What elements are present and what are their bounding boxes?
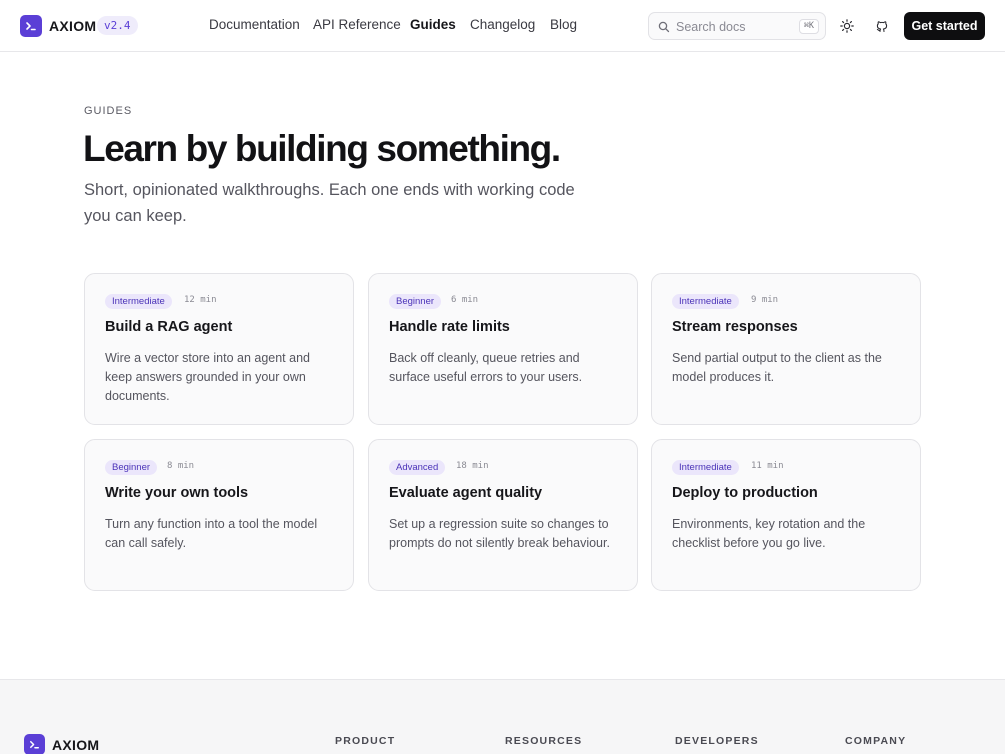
nav-link-guides[interactable]: Guides [410, 17, 456, 33]
get-started-button[interactable]: Get started [904, 12, 985, 40]
guide-title: Write your own tools [105, 485, 249, 501]
guide-title: Build a RAG agent [105, 319, 233, 335]
difficulty-badge: Intermediate [672, 294, 739, 309]
duration-label: 6 min [451, 295, 479, 305]
guide-card-build-rag-agent[interactable]: Intermediate 12 min Build a RAG agent Wi… [84, 273, 354, 425]
page-subtitle: Short, opinionated walkthroughs. Each on… [84, 181, 575, 225]
guide-description: Environments, key rotation and the check… [672, 517, 866, 550]
search-input[interactable]: Search docs ⌘K [648, 12, 826, 40]
guide-description: Wire a vector store into an agent and ke… [105, 351, 310, 403]
difficulty-badge: Intermediate [105, 294, 172, 309]
nav-link-documentation[interactable]: Documentation [209, 17, 300, 33]
duration-label: 9 min [751, 295, 779, 305]
page-title: Learn by building something. [83, 128, 561, 169]
guide-card-write-your-own-tools[interactable]: Beginner 8 min Write your own tools Turn… [84, 439, 354, 591]
guide-description: Set up a regression suite so changes to … [389, 517, 610, 550]
version-badge: v2.4 [97, 16, 138, 35]
sun-icon[interactable] [837, 16, 857, 36]
difficulty-badge: Intermediate [672, 460, 739, 475]
footer-heading-developers: DEVELOPERS [675, 735, 759, 747]
nav-link-blog[interactable]: Blog [550, 17, 577, 33]
search-shortcut-hint: ⌘K [798, 19, 819, 34]
page-eyebrow: GUIDES [84, 105, 133, 117]
search-placeholder: Search docs [676, 20, 746, 34]
duration-label: 11 min [751, 461, 784, 471]
footer-heading-product: PRODUCT [335, 735, 396, 747]
guide-card-deploy-to-production[interactable]: Intermediate 11 min Deploy to production… [651, 439, 921, 591]
guide-card-evaluate-agent-quality[interactable]: Advanced 18 min Evaluate agent quality S… [368, 439, 638, 591]
difficulty-badge: Advanced [389, 460, 446, 475]
footer-heading-resources: RESOURCES [505, 735, 583, 747]
footer-logo-icon[interactable] [24, 734, 45, 754]
brand-logo-icon[interactable] [20, 15, 42, 37]
guide-card-stream-responses[interactable]: Intermediate 9 min Stream responses Send… [651, 273, 921, 425]
duration-label: 8 min [167, 461, 195, 471]
nav-link-api-reference[interactable]: API Reference [313, 17, 401, 33]
guide-title: Stream responses [672, 319, 798, 335]
guide-card-handle-rate-limits[interactable]: Beginner 6 min Handle rate limits Back o… [368, 273, 638, 425]
search-icon [658, 20, 670, 38]
top-navigation-bar: AXIOM v2.4 Documentation API Reference G… [0, 0, 1005, 52]
difficulty-badge: Beginner [105, 460, 158, 475]
brand-name[interactable]: AXIOM [49, 18, 96, 34]
guide-description: Send partial output to the client as the… [672, 351, 882, 384]
guide-description: Back off cleanly, queue retries and surf… [389, 351, 583, 384]
duration-label: 12 min [184, 295, 217, 305]
footer-heading-company: COMPANY [845, 735, 907, 747]
guide-title: Deploy to production [672, 485, 818, 501]
guide-title: Evaluate agent quality [389, 485, 543, 501]
nav-link-changelog[interactable]: Changelog [470, 17, 535, 33]
github-icon[interactable] [872, 16, 892, 36]
duration-label: 18 min [456, 461, 489, 471]
guide-description: Turn any function into a tool the model … [105, 517, 318, 550]
guide-title: Handle rate limits [389, 319, 510, 335]
difficulty-badge: Beginner [389, 294, 442, 309]
site-footer: AXIOM PRODUCT RESOURCES DEVELOPERS COMPA… [0, 679, 1005, 754]
footer-brand-name: AXIOM [52, 737, 100, 753]
